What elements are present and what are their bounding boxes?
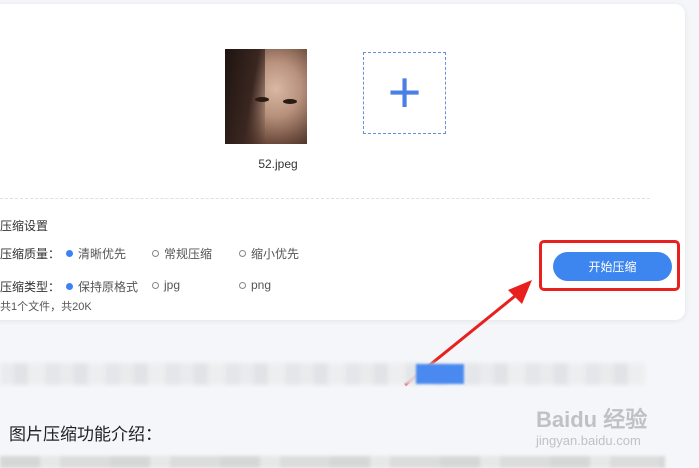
file-summary: 共1个文件，共20K xyxy=(0,301,92,313)
blurred-content xyxy=(0,363,645,385)
option-label: 缩小优先 xyxy=(251,247,300,261)
type-option-jpg[interactable]: jpg xyxy=(152,278,180,292)
blurred-content xyxy=(416,364,464,384)
radio-checked-icon xyxy=(66,283,73,290)
radio-checked-icon xyxy=(66,250,73,257)
photo-detail xyxy=(283,99,297,104)
quality-option-small[interactable]: 缩小优先 xyxy=(239,245,299,262)
intro-heading: 图片压缩功能介绍： xyxy=(9,425,162,444)
file-name: 52.jpeg xyxy=(258,157,298,171)
watermark-domain: jingyan.baidu.com xyxy=(536,433,641,448)
radio-unchecked-icon xyxy=(152,250,159,257)
quality-option-clear[interactable]: 清晰优先 xyxy=(66,245,126,262)
watermark-logo: Baidu 经验 xyxy=(536,407,648,432)
radio-unchecked-icon xyxy=(239,281,246,289)
option-label: 清晰优先 xyxy=(78,247,127,261)
option-label: 保持原格式 xyxy=(78,280,139,294)
quality-label: 压缩质量： xyxy=(0,247,61,261)
uploaded-image-thumbnail[interactable] xyxy=(225,49,307,144)
quality-option-normal[interactable]: 常规压缩 xyxy=(152,245,212,262)
type-option-original[interactable]: 保持原格式 xyxy=(66,278,138,295)
settings-title: 压缩设置 xyxy=(0,219,49,233)
start-compress-button[interactable]: 开始压缩 xyxy=(553,252,672,281)
type-label: 压缩类型： xyxy=(0,280,61,294)
option-label: jpg xyxy=(164,278,181,292)
divider xyxy=(0,198,650,199)
type-option-png[interactable]: png xyxy=(239,278,271,292)
radio-unchecked-icon xyxy=(239,250,246,257)
option-label: png xyxy=(251,278,272,292)
plus-icon: + xyxy=(387,60,422,125)
blurred-content xyxy=(0,456,665,468)
photo-detail xyxy=(255,97,269,102)
add-file-button[interactable]: + xyxy=(363,52,446,134)
radio-unchecked-icon xyxy=(152,281,159,289)
option-label: 常规压缩 xyxy=(164,247,213,261)
